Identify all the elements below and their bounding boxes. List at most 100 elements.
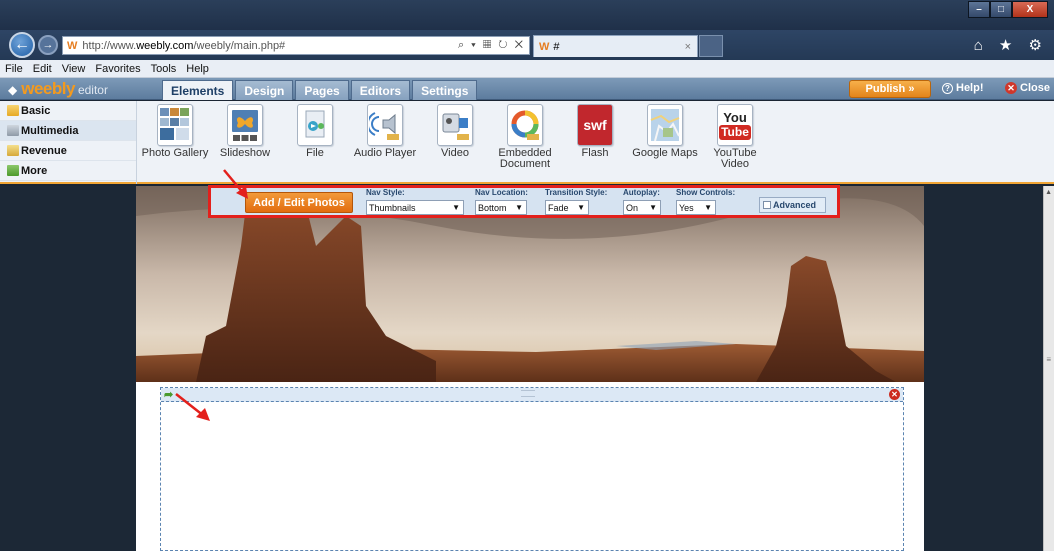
close-icon: ✕ [1005,82,1017,94]
weebly-logo: ◆ weebly editor [8,79,108,99]
menu-bar: File Edit View Favorites Tools Help [0,60,1054,78]
document-icon [507,104,543,146]
tab-pages[interactable]: Pages [295,80,349,100]
nav-style-select[interactable]: Thumbnails ▼ [366,200,464,215]
tab-elements[interactable]: Elements [162,80,234,100]
element-embedded-document[interactable]: Embedded Document [490,104,560,170]
category-label: Revenue [21,144,67,157]
url-text: http://www.weebly.com/weebly/main.php# [82,40,285,52]
element-label: Google Maps [632,147,698,159]
tab-title: # [553,40,560,53]
help-link[interactable]: ? Help! [942,82,984,94]
category-basic[interactable]: Basic [0,101,136,121]
element-label: Flash [581,147,609,159]
nav-location-label: Nav Location: [475,188,528,197]
browser-toolbar-icons[interactable]: ⌂ ★ ⚙ [974,36,1048,54]
url-domain: weebly.com [136,39,194,52]
element-audio-player[interactable]: Audio Player [350,104,420,170]
chevron-down-icon: ▼ [577,203,585,212]
element-photo-gallery[interactable]: Photo Gallery [140,104,210,170]
maximize-button[interactable]: □ [990,1,1012,18]
annotation-arrow-icon [223,169,248,199]
category-multimedia[interactable]: Multimedia [0,121,136,141]
help-icon: ? [942,83,953,94]
tab-design[interactable]: Design [235,80,294,100]
window-close-button[interactable]: X [1012,1,1048,18]
minimize-button[interactable]: – [968,1,990,18]
category-label: Multimedia [21,124,79,137]
transition-style-label: Transition Style: [545,188,608,197]
menu-view[interactable]: View [62,63,86,75]
element-flash[interactable]: swf Flash [560,104,630,170]
browser-title-bar: – □ X [0,0,1054,30]
close-label: Close [1020,82,1050,94]
element-google-maps[interactable]: Google Maps [630,104,700,170]
multimedia-icon [7,125,19,136]
tab-close-icon[interactable]: × [685,41,691,53]
element-label: YouTube Video [713,147,757,170]
file-icon [297,104,333,146]
element-label: Embedded Document [498,147,552,170]
logo-word: weebly [21,79,75,98]
advanced-checkbox[interactable] [763,201,771,209]
address-bar-tools-icon[interactable]: ⌕ ▾ ▦ ↻ ✕ [458,39,525,52]
advanced-toggle[interactable]: Advanced [759,197,826,213]
element-slideshow[interactable]: Slideshow [210,104,280,170]
element-youtube-video[interactable]: You Tube YouTube Video [700,104,770,170]
content-box-handle-bar[interactable]: ➦ ✕ [161,388,903,402]
element-video[interactable]: Video [420,104,490,170]
tab-settings[interactable]: Settings [412,80,478,100]
add-edit-photos-button[interactable]: Add / Edit Photos [245,192,353,213]
drag-grip-icon[interactable] [521,390,535,397]
element-label: Slideshow [219,147,271,159]
gallery-icon [157,104,193,146]
tab-editors[interactable]: Editors [350,80,411,100]
category-more[interactable]: More [0,161,136,181]
element-label: Audio Player [353,147,417,159]
photo-gallery-toolbar: Add / Edit Photos Nav Style: Thumbnails … [208,185,840,218]
vertical-scrollbar[interactable] [1043,186,1054,551]
map-icon [647,104,683,146]
editor-tabs: Elements Design Pages Editors Settings [162,80,479,100]
photo-gallery-content-box[interactable]: ➦ ✕ [160,387,904,551]
address-bar[interactable]: W http://www.weebly.com/weebly/main.php#… [62,36,530,55]
menu-tools[interactable]: Tools [151,63,177,75]
site-favicon-icon: W [67,39,78,52]
tab-favicon-icon: W [539,40,550,53]
nav-location-select[interactable]: Bottom ▼ [475,200,527,215]
scroll-grip-icon[interactable]: ≡ [1046,355,1051,364]
video-icon [437,104,473,146]
more-icon [7,165,19,176]
forward-button[interactable]: → [38,35,58,55]
element-categories: Basic Multimedia Revenue More [0,101,137,184]
slideshow-icon [227,104,263,146]
menu-edit[interactable]: Edit [33,63,52,75]
back-button[interactable]: ← [9,32,35,58]
scroll-up-icon[interactable]: ▲ [1045,189,1052,196]
menu-file[interactable]: File [5,63,23,75]
show-controls-select[interactable]: Yes ▼ [676,200,716,215]
autoplay-label: Autoplay: [623,188,660,197]
menu-favorites[interactable]: Favorites [95,63,140,75]
element-file[interactable]: File [280,104,350,170]
close-editor-link[interactable]: ✕ Close [1005,82,1050,94]
element-label: Video [441,147,469,159]
move-arrow-icon[interactable]: ➦ [164,388,173,401]
audio-icon [367,104,403,146]
transition-style-select[interactable]: Fade ▼ [545,200,589,215]
element-label: Photo Gallery [141,147,209,159]
category-revenue[interactable]: Revenue [0,141,136,161]
nav-location-value: Bottom [478,202,507,213]
menu-help[interactable]: Help [186,63,209,75]
publish-button[interactable]: Publish » [849,80,931,98]
autoplay-select[interactable]: On ▼ [623,200,661,215]
youtube-tube-text: Tube [719,124,751,140]
chevron-down-icon: ▼ [515,203,523,212]
logo-mark-icon: ◆ [8,83,18,97]
browser-tab[interactable]: W # × [533,35,698,57]
youtube-icon: You Tube [717,104,753,146]
remove-element-icon[interactable]: ✕ [889,389,900,400]
flash-icon: swf [577,104,613,146]
transition-style-value: Fade [548,202,569,213]
new-tab-button[interactable] [699,35,723,57]
